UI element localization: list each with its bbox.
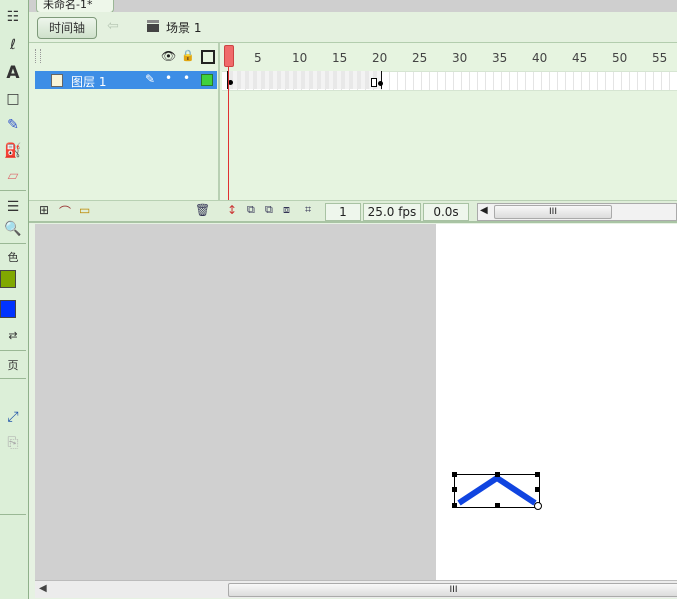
rotation-handle[interactable] [534,502,542,510]
pencil-icon[interactable]: ✎ [0,114,26,136]
zoom-icon[interactable]: 🔍 [0,218,26,240]
onion-skin-outline-icon[interactable]: ⧉ [265,203,273,217]
lasso-icon[interactable]: ℓ [0,34,26,56]
ruler-label: 55 [652,51,668,65]
swap-colors-icon[interactable]: ⇄ [0,324,26,346]
stage-scroll-thumb[interactable]: III [228,583,677,597]
stage-horizontal-scrollbar[interactable]: ◀ III [35,580,677,598]
timeline-panel: 👁 🔒 图层 1 ✎ • • 1 5 10 15 20 25 30 35 40 … [29,43,677,223]
ruler-label: 30 [452,51,468,65]
add-folder-icon[interactable]: ▭ [79,203,90,217]
frame-rate-field[interactable]: 25.0 fps [363,203,421,221]
toolbox-divider [0,190,26,191]
snap-icon[interactable]: ⤢ [0,406,26,428]
stage-pasteboard [35,224,677,580]
gradient-transform-icon[interactable]: ☷ [0,6,26,28]
ruler-label: 15 [332,51,348,65]
onion-skin-icon[interactable]: ⧉ [247,203,255,217]
frame-ruler[interactable]: 1 5 10 15 20 25 30 35 40 45 50 55 [222,43,677,69]
back-arrow-icon[interactable]: ⇦ [107,18,119,34]
stage-canvas[interactable] [436,224,677,580]
delete-layer-icon[interactable]: 🗑 [195,203,210,217]
outline-icon[interactable] [201,50,215,64]
hand-tool-icon[interactable]: ☰ [0,196,26,218]
stroke-color-swatch[interactable] [0,270,16,288]
ruler-label: 10 [292,51,308,65]
transform-handle[interactable] [535,487,540,492]
toolbox-divider [0,378,26,379]
toolbox-divider [0,350,26,351]
toolbox: ☷ ℓ A □ ✎ ⛽ ▱ ☰ 🔍 色 ⇄ 页 ⤢ ⎘ [0,0,29,599]
center-frame-icon[interactable]: ↕ [227,203,237,217]
transform-handle[interactable] [495,472,500,477]
layer-outline-color-icon[interactable] [201,74,213,86]
end-frame-icon [371,78,377,87]
layer-header: 👁 🔒 [29,43,217,69]
scroll-left-arrow-icon[interactable]: ◀ [480,205,488,216]
transform-handle[interactable] [452,487,457,492]
ruler-label: 50 [612,51,628,65]
rectangle-tool-icon[interactable]: □ [0,88,26,110]
timeline-footer: ⊞ ⌒ ▭ 🗑 ↕ ⧉ ⧉ ⧈ ⌗ 1 25.0 fps 0.0s ◀ III [29,200,677,221]
transform-handle[interactable] [495,503,500,508]
modify-markers-icon[interactable]: ⌗ [305,203,311,217]
scene-clapper-icon [147,20,159,32]
timeline-toggle-button[interactable]: 时间轴 [37,17,97,39]
edit-multiple-frames-icon[interactable]: ⧈ [283,203,290,217]
options-label: 页 [7,359,19,372]
scroll-left-arrow-icon[interactable]: ◀ [39,583,47,594]
transform-handle[interactable] [452,472,457,477]
fill-color-swatch[interactable] [0,300,16,318]
visibility-dot-icon[interactable]: • [165,71,172,85]
transform-handle[interactable] [535,472,540,477]
paint-bucket-icon[interactable]: ⛽ [0,140,26,162]
smooth-icon[interactable]: ⎘ [0,432,26,454]
eye-icon[interactable]: 👁 [161,49,176,63]
elapsed-time-field: 0.0s [423,203,469,221]
playhead-line [228,67,229,219]
timeline-grip-icon[interactable] [35,49,41,63]
add-motion-guide-icon[interactable]: ⌒ [59,203,71,220]
toolbox-divider [0,243,26,244]
text-tool-icon[interactable]: A [0,62,26,84]
selection-box[interactable] [452,472,542,510]
layer-page-icon [51,74,63,87]
current-frame-field: 1 [325,203,361,221]
ruler-label: 25 [412,51,428,65]
playhead[interactable] [224,45,234,67]
keyframe-span[interactable] [227,71,382,89]
timeline-scrollbar[interactable]: ◀ III [477,203,677,221]
ruler-label: 40 [532,51,548,65]
timeline-scroll-thumb[interactable]: III [494,205,612,219]
lock-dot-icon[interactable]: • [183,71,190,85]
transform-handle[interactable] [452,503,457,508]
pencil-edit-icon: ✎ [145,72,156,86]
scene-label[interactable]: 场景 1 [166,19,201,36]
layer-name[interactable]: 图层 1 [71,73,106,90]
layer-row[interactable]: 图层 1 ✎ • • [35,71,217,89]
panel-divider[interactable] [218,43,220,221]
ruler-label: 5 [254,51,262,65]
ruler-label: 20 [372,51,388,65]
colors-label: 色 [7,251,19,264]
add-layer-icon[interactable]: ⊞ [39,203,49,217]
lock-icon[interactable]: 🔒 [181,49,195,62]
toolbox-divider [0,514,26,515]
ruler-label: 35 [492,51,508,65]
ruler-label: 45 [572,51,588,65]
edit-bar: 时间轴 ⇦ 场景 1 [29,12,677,43]
eraser-icon[interactable]: ▱ [0,165,26,187]
keyframe-dot-icon[interactable] [378,81,383,86]
